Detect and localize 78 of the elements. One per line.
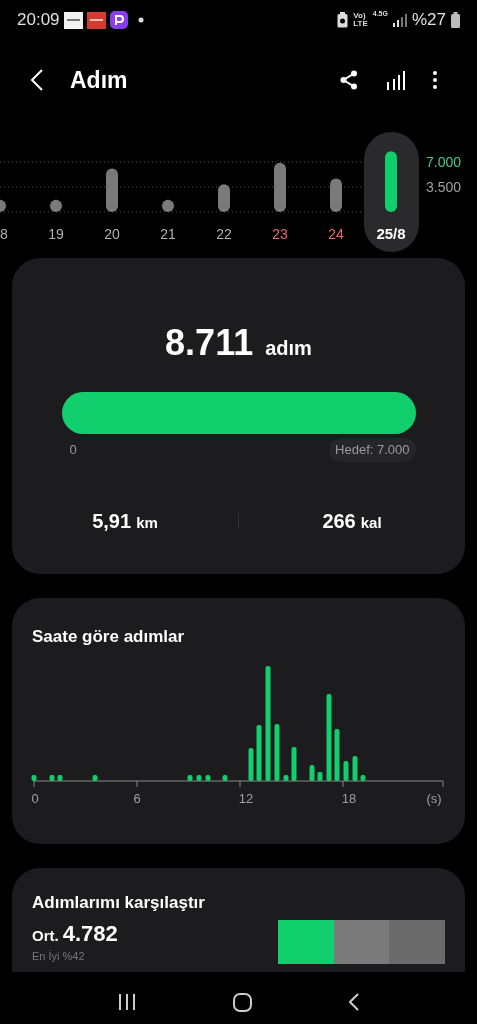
hourly-bar bbox=[196, 774, 202, 781]
dot-icon bbox=[137, 17, 144, 23]
axis-tick-label: 6 bbox=[133, 790, 141, 806]
day-bar bbox=[50, 199, 62, 212]
hourly-bar bbox=[256, 724, 262, 781]
hourly-bar bbox=[274, 723, 280, 781]
day-bar bbox=[106, 168, 118, 212]
app-icon bbox=[109, 11, 128, 29]
notification-icon bbox=[86, 11, 106, 29]
hourly-bar bbox=[360, 774, 366, 781]
battery-percent: %27 bbox=[411, 9, 446, 32]
day-bar bbox=[218, 184, 230, 212]
battery-icon bbox=[451, 12, 460, 28]
hourly-bar bbox=[49, 774, 55, 781]
calories-value: 266 bbox=[322, 508, 356, 534]
share-icon bbox=[340, 70, 358, 90]
page-title: Adım bbox=[70, 65, 129, 95]
hourly-bar bbox=[92, 774, 98, 781]
progress-min-label: 0 bbox=[69, 441, 77, 459]
hourly-bar bbox=[57, 774, 63, 781]
day-label[interactable]: 22 bbox=[216, 226, 232, 242]
signal-icon bbox=[392, 13, 407, 27]
step-count: 8.711 bbox=[165, 321, 254, 365]
lte-label: LTE bbox=[353, 20, 368, 28]
average-label: Ort. bbox=[32, 926, 59, 946]
day-label[interactable]: 23 bbox=[272, 226, 288, 242]
day-bar bbox=[162, 199, 174, 212]
recent-apps-button[interactable] bbox=[118, 994, 137, 1010]
hourly-bar bbox=[352, 755, 358, 781]
axis-tick-label: 7.000 bbox=[426, 154, 462, 170]
axis-tick-label: 12 bbox=[238, 790, 254, 806]
hourly-bar bbox=[205, 774, 211, 781]
home-icon bbox=[233, 992, 252, 1012]
axis-tick-label: 3.500 bbox=[426, 179, 462, 195]
goal-label: Hedef: 7.000 bbox=[329, 438, 416, 462]
card-title: Saate göre adımlar bbox=[32, 626, 186, 648]
hourly-bar bbox=[334, 728, 340, 781]
distance-value: 5,91 bbox=[92, 508, 132, 534]
notification-icon bbox=[63, 11, 83, 29]
bar-chart-icon bbox=[386, 70, 406, 90]
status-time: 20:09 bbox=[17, 9, 60, 32]
selected-day-highlight[interactable] bbox=[364, 132, 419, 252]
day-label[interactable]: 24 bbox=[328, 226, 344, 242]
day-label[interactable]: 20 bbox=[104, 226, 120, 242]
day-bar bbox=[274, 162, 286, 212]
best-label: En İyi %42 bbox=[32, 949, 86, 963]
average-value: 4.782 bbox=[62, 922, 118, 946]
battery-saver-icon bbox=[337, 12, 349, 28]
back-nav-button[interactable] bbox=[348, 993, 359, 1011]
hourly-bar bbox=[187, 774, 193, 781]
back-icon bbox=[30, 68, 44, 92]
volte-label: Vo) bbox=[353, 12, 366, 20]
more-icon bbox=[433, 71, 437, 89]
day-bar bbox=[330, 178, 342, 212]
hourly-bar bbox=[291, 746, 297, 781]
step-unit: adım bbox=[265, 336, 312, 361]
day-label[interactable]: 19 bbox=[48, 226, 64, 242]
day-bar bbox=[385, 151, 397, 212]
day-bar bbox=[0, 199, 6, 212]
calories-unit: kal bbox=[360, 512, 382, 533]
hourly-bar bbox=[283, 774, 289, 781]
day-label[interactable]: 21 bbox=[160, 226, 176, 242]
day-label[interactable]: 8 bbox=[0, 226, 8, 242]
axis-tick-label: 0 bbox=[31, 790, 39, 806]
hourly-bar bbox=[248, 747, 254, 781]
back-icon bbox=[348, 993, 359, 1011]
hourly-bar bbox=[222, 774, 228, 781]
hourly-bar bbox=[31, 774, 37, 781]
recent-apps-icon bbox=[118, 994, 137, 1010]
card-title: Adımlarımı karşılaştır bbox=[32, 892, 205, 914]
hourly-bar bbox=[317, 771, 323, 781]
distance-unit: km bbox=[136, 512, 158, 533]
axis-tick-label: (s) bbox=[426, 790, 442, 806]
hourly-bar bbox=[309, 764, 315, 781]
hourly-bar bbox=[343, 760, 349, 781]
home-button[interactable] bbox=[233, 992, 252, 1012]
axis-tick-label: 18 bbox=[341, 790, 357, 806]
day-label[interactable]: 25/8 bbox=[376, 225, 406, 242]
